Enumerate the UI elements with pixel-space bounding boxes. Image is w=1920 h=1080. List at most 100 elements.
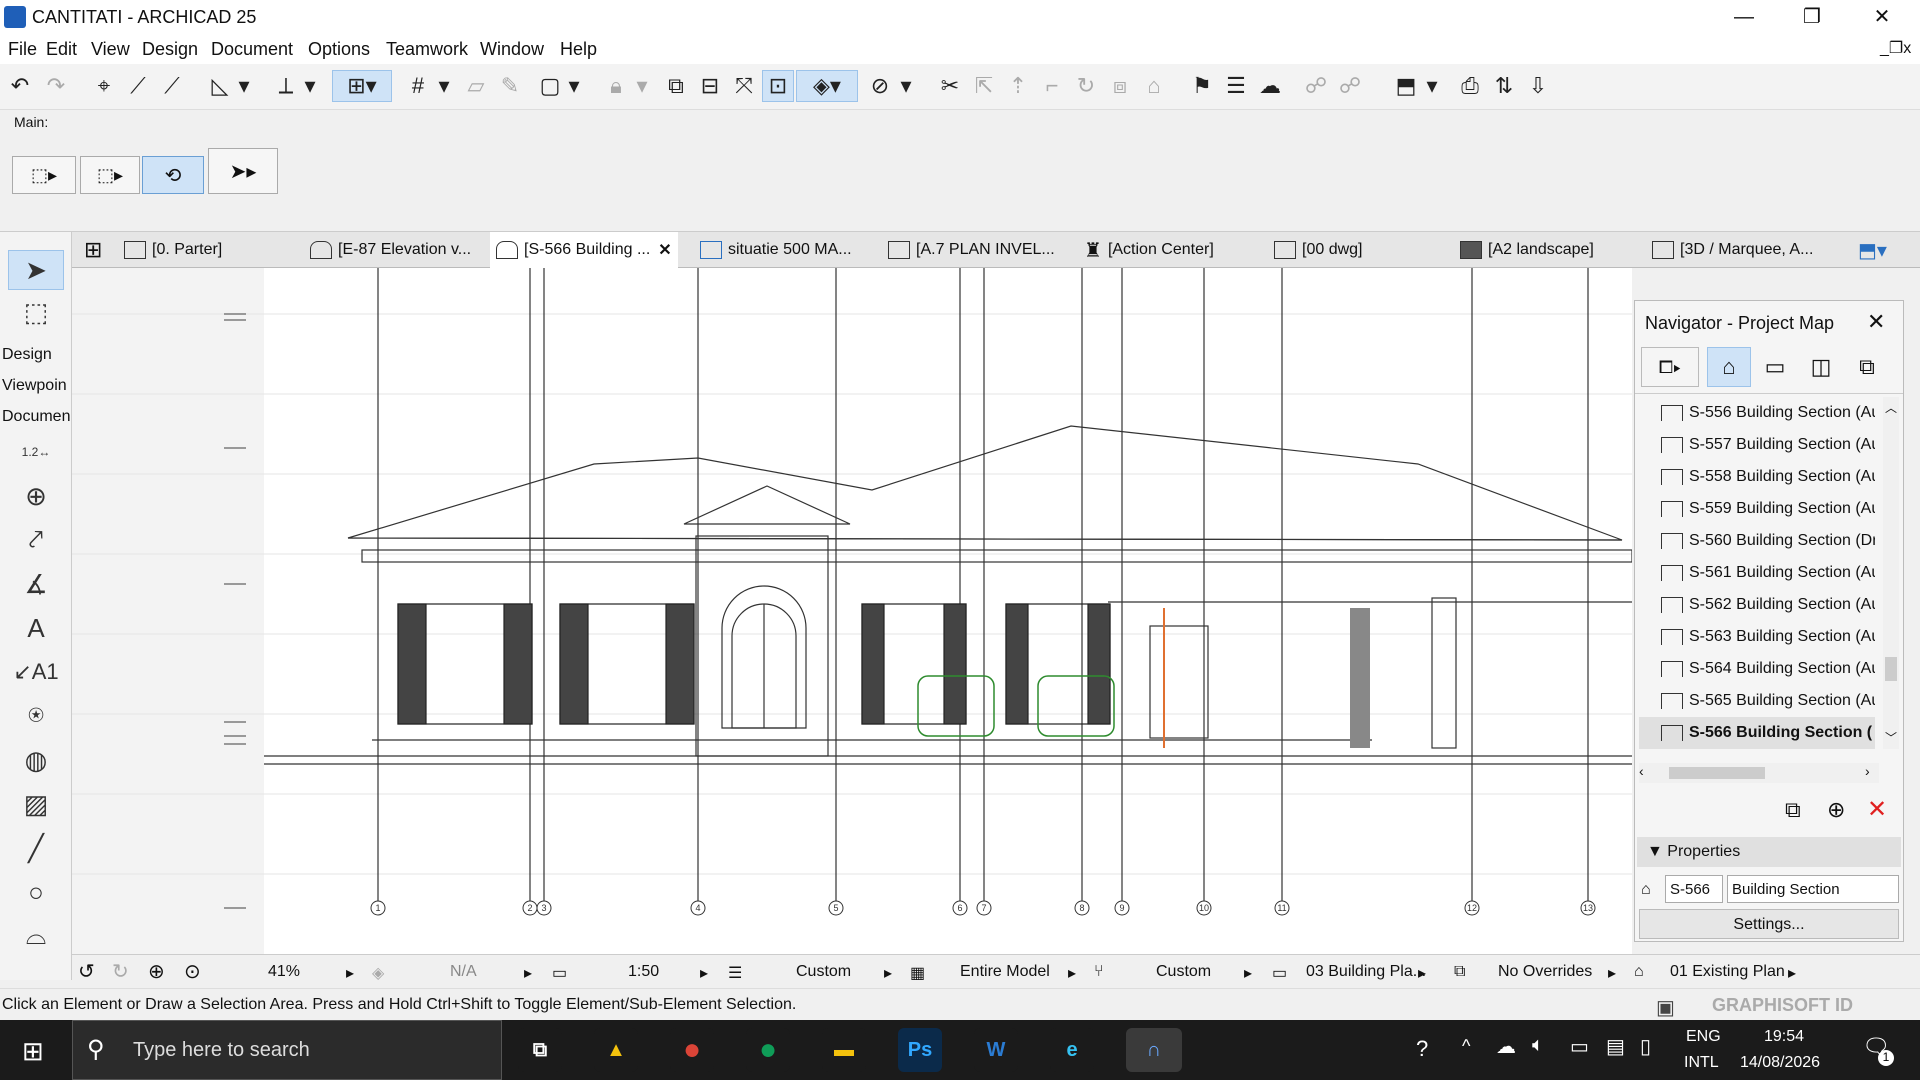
list-icon[interactable]: ☰ [1220, 70, 1252, 102]
task-view-icon[interactable]: ⧉ [518, 1028, 562, 1072]
selection-method-button[interactable]: ⬚▸ [12, 156, 76, 194]
ruler-icon[interactable]: ◺ [204, 70, 236, 102]
tab-action-center[interactable]: ♜ [Action Center] [1078, 232, 1268, 268]
list-item[interactable]: S-561 Building Section (Au [1639, 557, 1875, 589]
renovation-dropdown-icon[interactable]: ▸ [1788, 963, 1796, 983]
cloud-icon[interactable]: ☁ [1254, 70, 1286, 102]
keyboard-layout[interactable]: INTL [1684, 1054, 1719, 1072]
new-view-icon[interactable]: ⊕ [1827, 797, 1845, 823]
orientation-icon[interactable]: ◈ [372, 963, 384, 983]
split-icon[interactable]: ✂ [934, 70, 966, 102]
onedrive-icon[interactable]: ☁ [1496, 1034, 1516, 1059]
layer-combination[interactable]: Custom [796, 963, 851, 981]
chrome-profile-icon[interactable]: ● [746, 1028, 790, 1072]
orientation-value[interactable]: N/A [450, 963, 477, 981]
close-tab-icon[interactable]: ✕ [658, 240, 671, 260]
help-tray-icon[interactable]: ? [1416, 1036, 1428, 1062]
roof-icon[interactable]: ⌂ [1138, 70, 1170, 102]
google-drive-icon[interactable]: ▲ [594, 1028, 638, 1072]
scroll-up-icon[interactable]: ︿ [1885, 399, 1897, 416]
tab-list-dropdown-icon[interactable]: ⬒▾ [1852, 232, 1920, 268]
menu-file[interactable]: File [8, 39, 37, 60]
scroll-left-icon[interactable]: ‹ [1639, 763, 1644, 779]
guide-icon[interactable]: ⟂ [270, 70, 302, 102]
rotate-method-button[interactable]: ⟲ [142, 156, 204, 194]
word-icon[interactable]: W [974, 1028, 1018, 1072]
zoom-in-icon[interactable]: ⊕ [148, 959, 165, 984]
list-item[interactable]: S-562 Building Section (Au [1639, 589, 1875, 621]
toolbox-section-document[interactable]: Documen [2, 408, 70, 426]
layers-dropdown-icon[interactable]: ▸ [884, 963, 892, 983]
tab-parter[interactable]: [0. Parter] [118, 232, 304, 268]
cut-dropdown-icon[interactable]: ▾ [898, 70, 914, 102]
scale-dropdown-icon[interactable]: ▸ [700, 963, 708, 983]
hotlink-icon[interactable]: ☍ [1334, 70, 1366, 102]
tab-elevation[interactable]: [E-87 Elevation v... [304, 232, 490, 268]
scroll-thumb[interactable] [1885, 657, 1897, 681]
renovation-icon[interactable]: ⌂ [1634, 963, 1644, 981]
navigator-mode-dropdown-icon[interactable]: ⧠▸ [1641, 347, 1699, 387]
layout-book-icon[interactable]: ◫ [1799, 347, 1843, 387]
menu-options[interactable]: Options [308, 39, 370, 60]
pen-set-value[interactable]: Custom [1156, 963, 1211, 981]
tab-3d[interactable]: [3D / Marquee, A... [1646, 232, 1836, 268]
send-icon[interactable]: ⇩ [1522, 70, 1554, 102]
flag-icon[interactable]: ⚑ [1186, 70, 1218, 102]
publisher-sets-icon[interactable]: ⧉ [1845, 347, 1889, 387]
marker-tool-icon[interactable]: ⍟ [8, 696, 64, 736]
layer-dropdown-icon[interactable]: ▾ [566, 70, 582, 102]
ruler-dropdown-icon[interactable]: ▾ [236, 70, 252, 102]
layers-icon[interactable]: ☰ [728, 963, 742, 983]
grid-dropdown-icon[interactable]: ▾ [436, 70, 452, 102]
intersect-icon[interactable]: ↻ [1070, 70, 1102, 102]
guide-dropdown-icon[interactable]: ▾ [302, 70, 318, 102]
line-tool-icon[interactable]: ╱ [8, 828, 64, 868]
windows-start-icon[interactable]: ⊞ [22, 1036, 44, 1067]
list-item[interactable]: S-563 Building Section (Au [1639, 621, 1875, 653]
close-navigator-icon[interactable]: ✕ [1867, 309, 1885, 335]
scroll-thumb[interactable] [1669, 767, 1765, 779]
arrow-tool-settings-button[interactable]: ➤▸ [208, 148, 278, 194]
adjust-icon[interactable]: ⇱ [968, 70, 1000, 102]
zoom-level[interactable]: 41% [268, 963, 300, 981]
model-view-dropdown-icon[interactable]: ▸ [1068, 963, 1076, 983]
tray-expand-icon[interactable]: ^ [1462, 1036, 1470, 1057]
menu-help[interactable]: Help [560, 39, 597, 60]
elevate-icon[interactable]: ⇡ [1002, 70, 1034, 102]
chrome-icon[interactable]: ● [670, 1028, 714, 1072]
view-map-icon[interactable]: ▭ [1753, 347, 1797, 387]
section-drawing-canvas[interactable]: 1 2 3 4 5 6 7 8 9 10 11 12 13 [72, 268, 1632, 954]
overrides-dropdown-icon[interactable]: ▸ [1608, 963, 1616, 983]
fillet-icon[interactable]: ⌐ [1036, 70, 1068, 102]
pick-up-icon[interactable]: ⟋ [122, 70, 154, 102]
toolbox-section-viewpoint[interactable]: Viewpoin [2, 377, 67, 395]
renumber-icon[interactable]: ⊟ [694, 70, 726, 102]
redo-icon[interactable]: ↷ [40, 70, 72, 102]
menu-design[interactable]: Design [142, 39, 198, 60]
window-layout-icon[interactable]: ▣ [1656, 995, 1675, 1020]
overrides-icon[interactable]: ⧉ [1454, 963, 1465, 981]
tab-dwg[interactable]: [00 dwg] [1268, 232, 1454, 268]
list-item[interactable]: S-557 Building Section (Au [1639, 429, 1875, 461]
list-item-selected[interactable]: S-566 Building Section ( [1639, 717, 1875, 749]
resize-icon[interactable]: ⧈ [1104, 70, 1136, 102]
tab-overview-icon[interactable]: ⊞ [78, 232, 118, 268]
orientation-dropdown-icon[interactable]: ▸ [524, 963, 532, 983]
tab-situatie[interactable]: situatie 500 MA... [694, 232, 876, 268]
link-icon[interactable]: ☍ [1300, 70, 1332, 102]
publish-icon[interactable]: ⎙ [1454, 70, 1486, 102]
redo-view-icon[interactable]: ↻ [112, 959, 129, 984]
menu-window[interactable]: Window [480, 39, 544, 60]
rotate-view-icon[interactable]: ↺ [78, 959, 95, 984]
marquee-tool-icon[interactable]: ⬚ [8, 292, 64, 332]
photoshop-icon[interactable]: Ps [898, 1028, 942, 1072]
3d-view-icon[interactable]: ⬒ [1390, 70, 1422, 102]
pen-set-dropdown-icon[interactable]: ▸ [1244, 963, 1252, 983]
menu-edit[interactable]: Edit [46, 39, 77, 60]
menu-teamwork[interactable]: Teamwork [386, 39, 468, 60]
menu-document[interactable]: Document [211, 39, 293, 60]
circle-tool-icon[interactable]: ○ [8, 872, 64, 912]
list-item[interactable]: S-559 Building Section (Au [1639, 493, 1875, 525]
battery-icon[interactable]: ▭ [1570, 1034, 1589, 1059]
cut-icon[interactable]: ⊘ [864, 70, 896, 102]
